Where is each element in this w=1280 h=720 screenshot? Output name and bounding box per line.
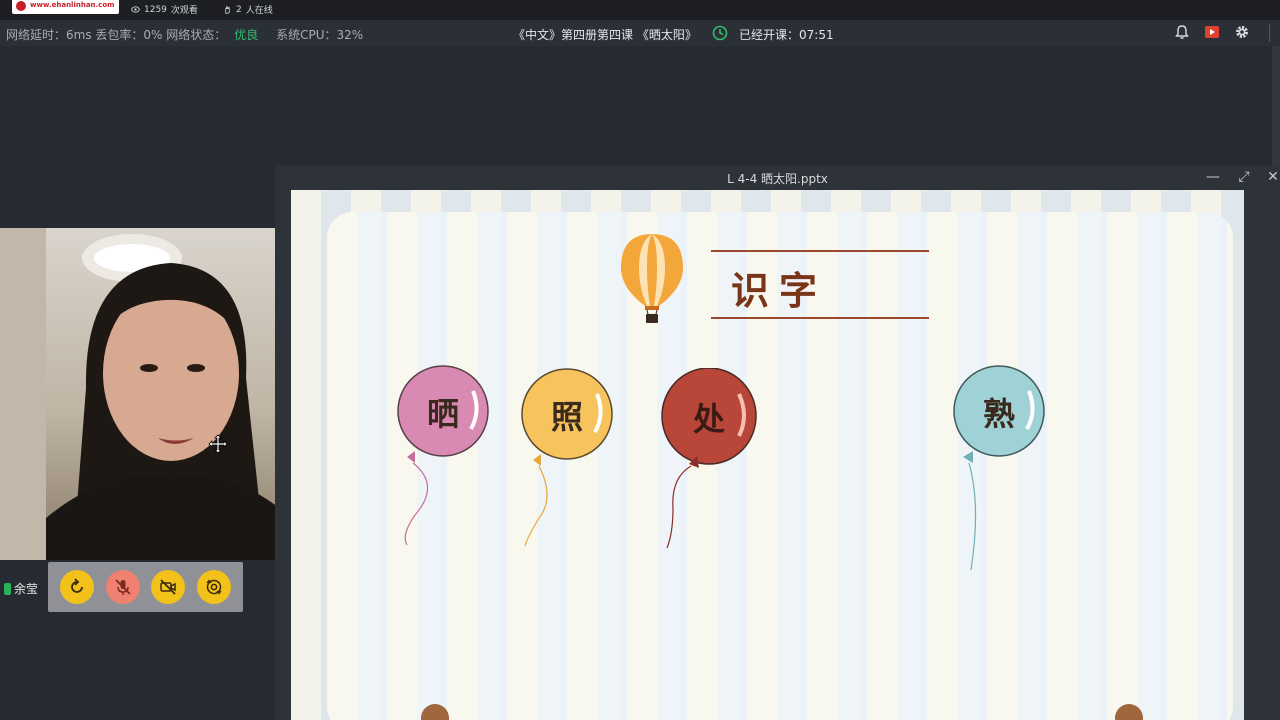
- teacher-name-tag: 余莹: [4, 580, 38, 597]
- online-count: 2: [236, 4, 242, 15]
- minimize-button[interactable]: —: [1204, 168, 1222, 186]
- rotate-button[interactable]: [59, 570, 94, 604]
- pptx-title-bar[interactable]: L 4-4 晒太阳.pptx — ⤢ ✕: [275, 165, 1280, 190]
- pptx-viewer-window: L 4-4 晒太阳.pptx — ⤢ ✕ 识字 晒 照 处 熟: [275, 165, 1280, 720]
- balloon-char: 照: [550, 398, 583, 436]
- gear-icon[interactable]: [1234, 24, 1250, 40]
- rotate-icon: [71, 578, 83, 593]
- online-label: 人在线: [245, 6, 273, 16]
- clock-icon: [712, 25, 728, 41]
- network-metrics: 网络延时：6ms 丢包率：0% 网络状态： 优良 系统CPU：32%: [6, 26, 363, 43]
- slide-heading: 识字: [731, 268, 828, 313]
- balloon-2[interactable]: 照: [519, 368, 615, 553]
- bell-icon[interactable]: [1174, 24, 1190, 40]
- loss-text: 丢包率：0%: [95, 28, 163, 42]
- heading-rule-top: [711, 250, 929, 252]
- network-label: 网络状态：: [166, 28, 227, 42]
- balloon-char: 晒: [426, 395, 459, 433]
- slide-canvas: 识字 晒 照 处 熟: [291, 190, 1244, 720]
- status-divider: [1269, 24, 1270, 42]
- balloon-3[interactable]: 处: [659, 367, 759, 558]
- views-label: 次观看: [170, 6, 198, 16]
- eye-icon: [131, 6, 140, 13]
- close-button[interactable]: ✕: [1264, 168, 1280, 186]
- video-frame: [46, 228, 291, 560]
- maximize-button[interactable]: ⤢: [1235, 168, 1253, 186]
- brand-logo-text: www.ehanlinhan.com: [30, 1, 115, 9]
- hot-air-balloon-icon: [621, 234, 683, 323]
- elapsed-time: 已经开课：07:51: [739, 28, 834, 42]
- mic-off-icon: [114, 579, 131, 595]
- balloon-char: 处: [692, 400, 725, 438]
- views-count: 1259: [144, 4, 167, 15]
- brand-logo-icon: [16, 1, 26, 11]
- hand-icon: [225, 6, 230, 14]
- record-icon[interactable]: [1204, 24, 1220, 40]
- switch-camera-button[interactable]: [197, 570, 232, 604]
- course-title: 《中文》第四册第四课 《晒太阳》: [513, 28, 697, 42]
- views-stat: 1259 次观看: [131, 3, 198, 16]
- status-actions: [1174, 24, 1250, 40]
- teacher-video[interactable]: [0, 228, 291, 560]
- video-controls: [48, 562, 243, 612]
- camera-off-icon: [160, 579, 177, 595]
- heading-rule-bottom: [711, 317, 929, 319]
- pptx-filename: L 4-4 晒太阳.pptx: [727, 172, 828, 186]
- mic-level-indicator: [4, 582, 11, 595]
- latency-text: 网络延时：6ms: [6, 28, 92, 42]
- switch-camera-icon: [206, 579, 222, 595]
- mic-toggle-button[interactable]: [105, 570, 140, 604]
- move-cursor-icon: [208, 434, 228, 454]
- camera-toggle-button[interactable]: [151, 570, 186, 604]
- top-bar: www.ehanlinhan.com 1259 次观看 2 人在线: [0, 0, 1280, 20]
- balloon-4[interactable]: 熟: [951, 365, 1047, 575]
- cpu-text: 系统CPU：32%: [276, 28, 364, 42]
- person-silhouette: [46, 234, 291, 560]
- teacher-name: 余莹: [14, 582, 39, 596]
- balloon-1[interactable]: 晒: [395, 365, 491, 550]
- balloon-char: 熟: [982, 395, 1015, 433]
- status-bar: 网络延时：6ms 丢包率：0% 网络状态： 优良 系统CPU：32% 《中文》第四…: [0, 20, 1280, 46]
- online-stat: 2 人在线: [223, 3, 273, 16]
- network-status-value: 优良: [234, 28, 259, 42]
- brand-logo: www.ehanlinhan.com: [12, 0, 119, 14]
